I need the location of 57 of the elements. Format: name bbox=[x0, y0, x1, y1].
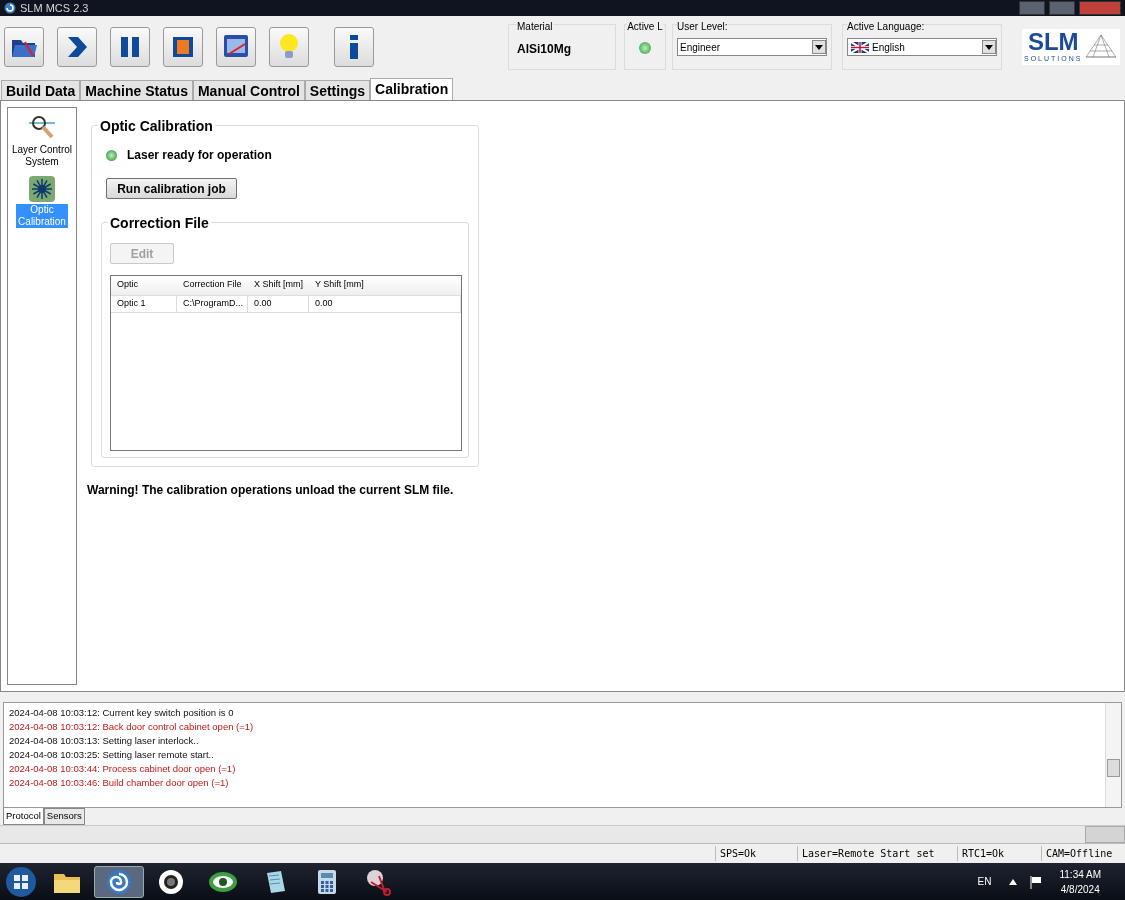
table-cell: 0.00 bbox=[248, 295, 309, 312]
close-button[interactable] bbox=[1079, 1, 1121, 15]
user-level-dropdown[interactable]: Engineer bbox=[677, 38, 827, 56]
language-dropdown[interactable]: English bbox=[847, 38, 997, 56]
laser-status-text: Laser ready for operation bbox=[127, 147, 272, 164]
log-line: 2024-04-08 10:03:44: Process cabinet door open (=1) bbox=[9, 762, 237, 776]
flag-icon bbox=[851, 41, 869, 53]
toolbar-button[interactable] bbox=[163, 27, 203, 67]
run-calibration-button[interactable]: Run calibration job bbox=[106, 178, 237, 199]
calculator-icon bbox=[317, 868, 337, 895]
camera-icon bbox=[157, 867, 185, 896]
log-tab[interactable]: Sensors bbox=[43, 808, 85, 825]
clock-time[interactable]: 11:34 AM bbox=[1059, 866, 1101, 882]
tab[interactable]: Build Data bbox=[1, 80, 81, 100]
tab[interactable]: Manual Control bbox=[192, 80, 305, 100]
taskbar-app-button[interactable] bbox=[94, 865, 144, 898]
logo-wordmark: SLM bbox=[1027, 29, 1079, 54]
spiral-icon bbox=[105, 867, 133, 896]
warning-text: Warning! The calibration operations unload the current SLM file. bbox=[87, 482, 455, 499]
log-line: 2024-04-08 10:03:12: Back door control cabinet open (=1) bbox=[9, 720, 255, 734]
log-line: 2024-04-08 10:03:13: Setting laser interlock.. bbox=[9, 734, 200, 748]
toolbar-button[interactable] bbox=[57, 27, 97, 67]
column-header[interactable]: Correction File bbox=[177, 275, 248, 295]
eye-icon bbox=[208, 869, 238, 894]
flag-icon[interactable] bbox=[1029, 874, 1044, 889]
table-cell: Optic 1 bbox=[111, 295, 177, 312]
toolbar-button[interactable] bbox=[110, 27, 150, 67]
table-cell: 0.00 bbox=[309, 295, 461, 312]
column-header[interactable]: X Shift [mm] bbox=[248, 275, 309, 295]
status-field: Laser=Remote Start set bbox=[797, 846, 957, 861]
tab[interactable]: Settings bbox=[304, 80, 371, 100]
scissors-icon bbox=[365, 867, 393, 896]
language-indicator[interactable]: EN bbox=[977, 874, 992, 889]
column-header[interactable]: Optic bbox=[111, 275, 177, 295]
status-field: SPS=Ok bbox=[715, 846, 797, 861]
status-field: CAM=Offline bbox=[1041, 846, 1125, 861]
toolbar-button[interactable] bbox=[4, 27, 44, 67]
clock-date[interactable]: 4/8/2024 bbox=[1060, 881, 1100, 897]
stop-icon bbox=[171, 35, 195, 59]
column-header[interactable]: Y Shift [mm] bbox=[309, 275, 461, 295]
material-value: AlSi10Mg bbox=[517, 41, 572, 58]
log-line: 2024-04-08 10:03:46: Build chamber door open (=1) bbox=[9, 776, 230, 790]
app-icon bbox=[4, 2, 16, 14]
status-field: RTC1=Ok bbox=[957, 846, 1041, 861]
log-tab[interactable]: Protocol bbox=[3, 808, 44, 825]
log-line: 2024-04-08 10:03:12: Current key switch position is 0 bbox=[9, 706, 235, 720]
tab[interactable]: Machine Status bbox=[80, 80, 193, 100]
language-label: Active Language: bbox=[847, 19, 925, 34]
table-cell: C:\ProgramD... bbox=[177, 295, 248, 312]
toolbar-button[interactable] bbox=[334, 27, 374, 67]
tab[interactable]: Calibration bbox=[370, 78, 454, 100]
sidebar-item[interactable]: Layer Control System bbox=[8, 144, 76, 168]
log-line: 2024-04-08 10:03:25: Setting laser remote start.. bbox=[9, 748, 215, 762]
toolbar-button[interactable] bbox=[216, 27, 256, 67]
caret-up-icon[interactable] bbox=[1009, 878, 1018, 885]
window-title: SLM MCS 2.3 bbox=[20, 0, 89, 16]
laser-burst-icon bbox=[29, 176, 55, 202]
